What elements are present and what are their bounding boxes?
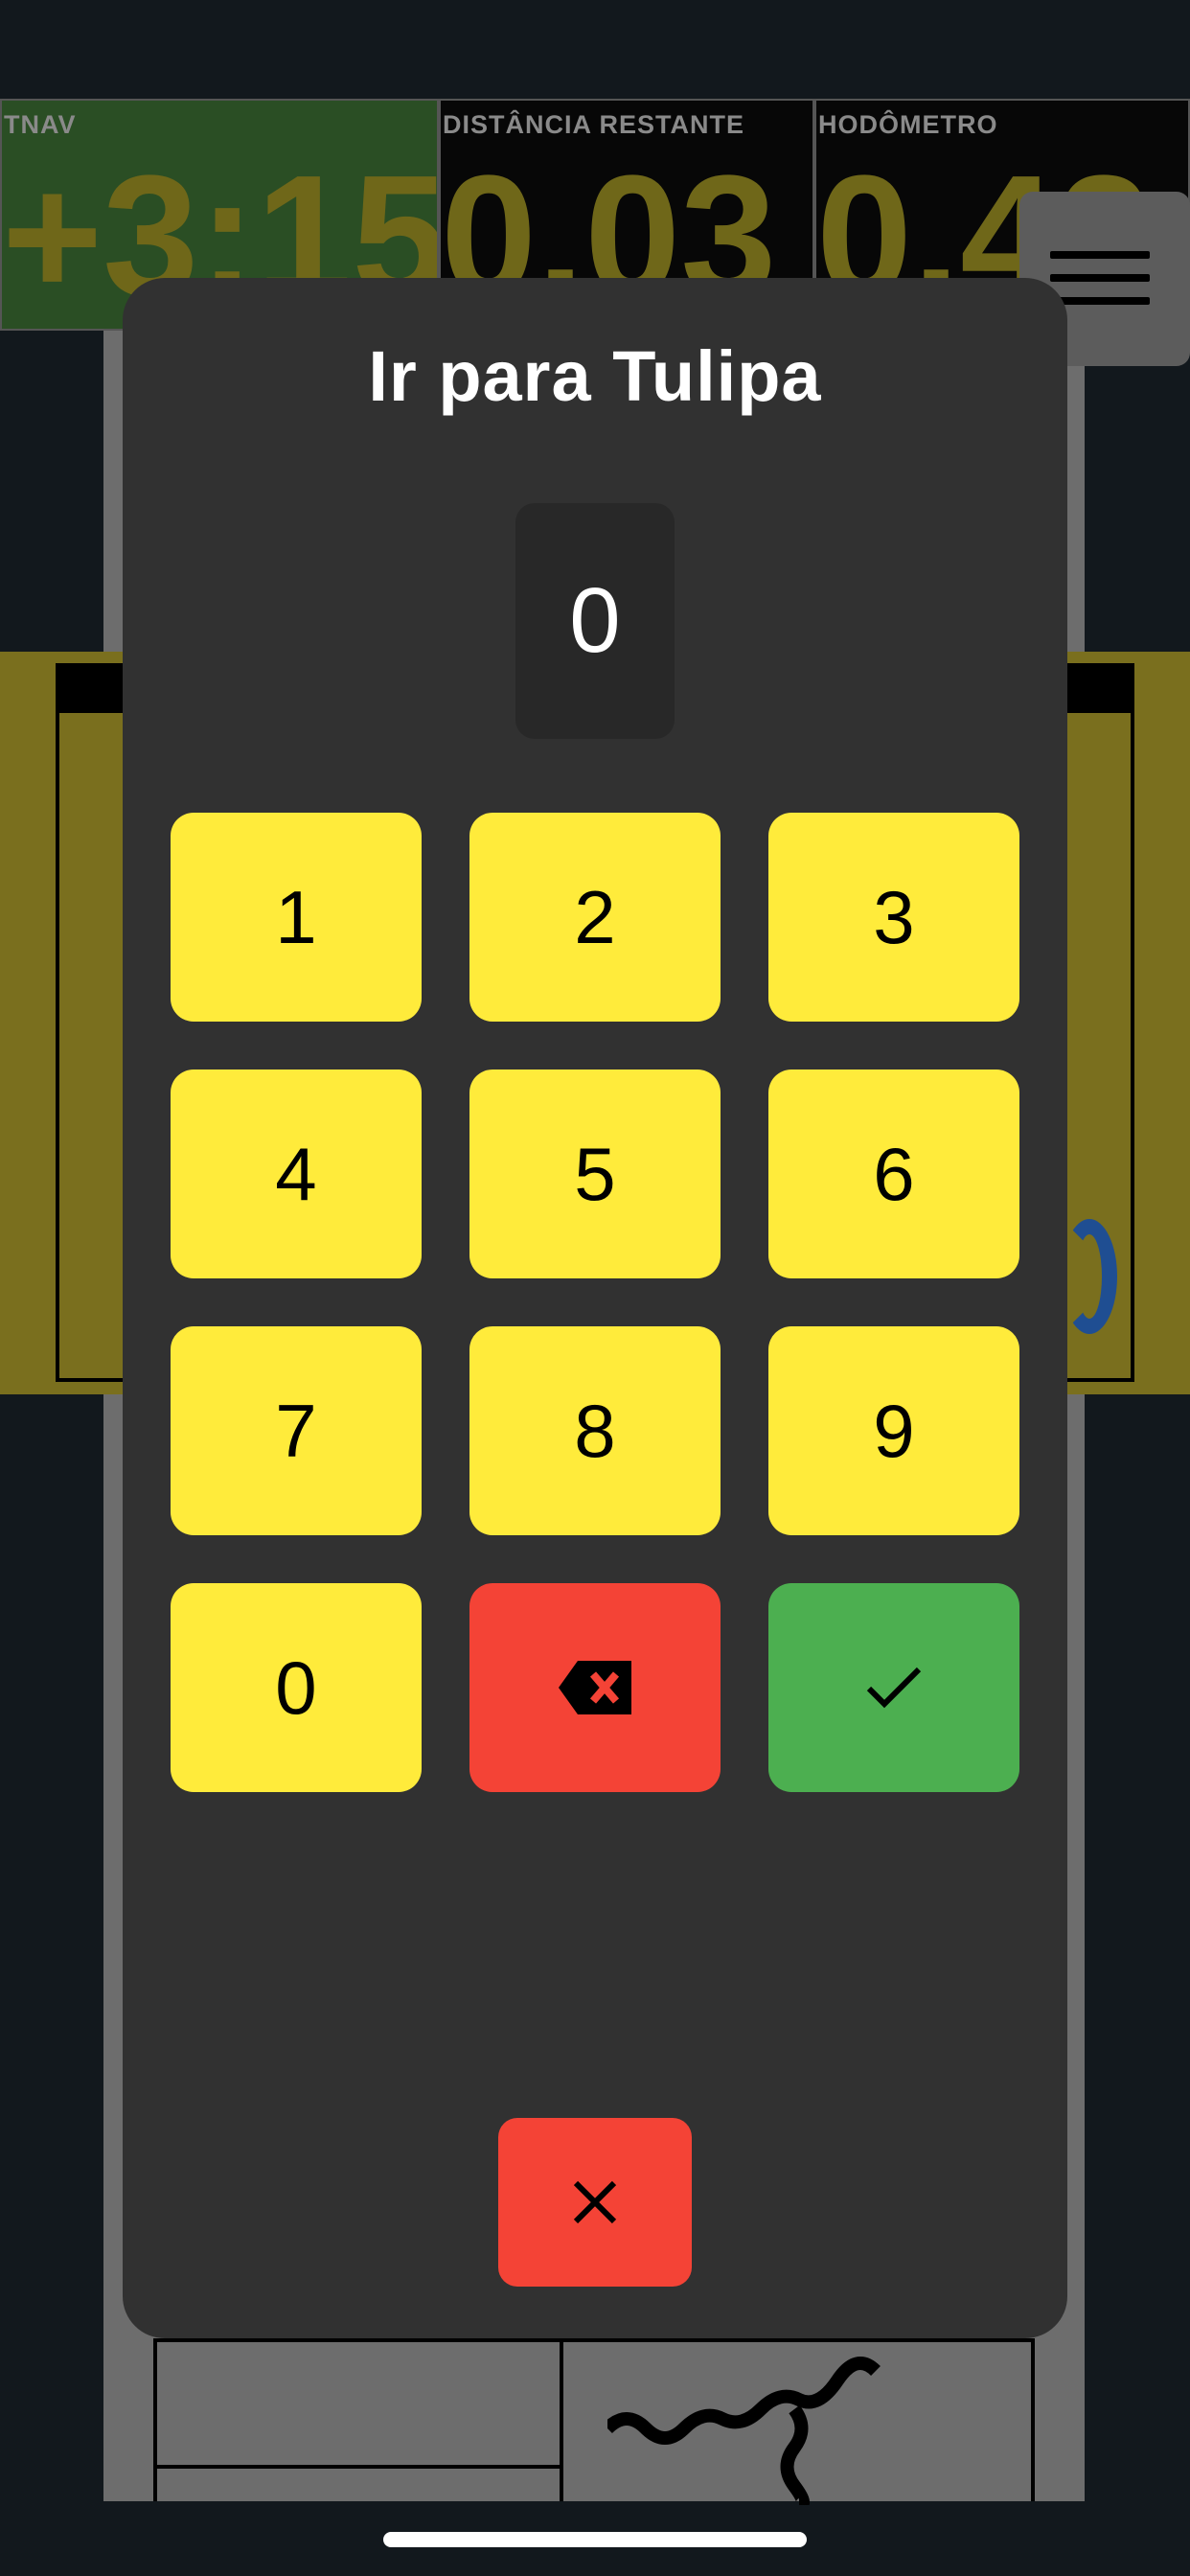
key-9[interactable]: 9 [768,1326,1019,1535]
close-icon [573,2180,617,2224]
dialog-title: Ir para Tulipa [368,336,822,416]
home-indicator[interactable] [383,2532,807,2547]
key-7[interactable]: 7 [171,1326,422,1535]
backspace-icon [559,1661,631,1714]
key-6[interactable]: 6 [768,1070,1019,1278]
key-0[interactable]: 0 [171,1583,422,1792]
tulip-route-icon [607,2357,881,2505]
go-to-tulip-dialog: Ir para Tulipa 0 1 2 3 4 5 6 7 8 9 0 [123,278,1067,2338]
key-1[interactable]: 1 [171,813,422,1022]
tulip-blue-mark [1062,1219,1117,1334]
key-3[interactable]: 3 [768,813,1019,1022]
key-4[interactable]: 4 [171,1070,422,1278]
key-2[interactable]: 2 [469,813,721,1022]
check-icon [866,1667,922,1709]
key-5[interactable]: 5 [469,1070,721,1278]
key-8[interactable]: 8 [469,1326,721,1535]
stat-remaining-distance-label: DISTÂNCIA RESTANTE [443,110,744,139]
confirm-button[interactable] [768,1583,1019,1792]
close-button[interactable] [498,2118,692,2287]
backspace-button[interactable] [469,1583,721,1792]
stat-odometer-label: HODÔMETRO [818,110,998,139]
stat-tnav-label: TNAV [4,110,77,139]
next-tulip-frame [153,2338,1035,2505]
number-display: 0 [515,503,675,739]
